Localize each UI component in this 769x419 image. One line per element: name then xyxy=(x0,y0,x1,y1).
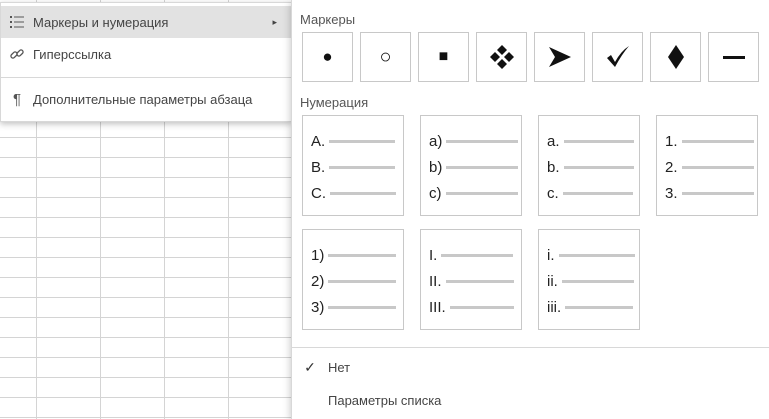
list-marker: c) xyxy=(429,184,442,202)
bullet-filled-square[interactable]: ■ xyxy=(418,32,469,82)
menu-item-label: Маркеры и нумерация xyxy=(33,14,169,30)
list-marker: 3) xyxy=(311,298,325,316)
bullet-four-diamonds[interactable] xyxy=(476,32,527,82)
diamond-icon xyxy=(667,45,684,69)
list-marker: 3. xyxy=(665,184,678,202)
bullets-numbering-submenu: Маркеры ● ○ ■ Нумерация A. B. C. a) b) c… xyxy=(291,0,769,419)
four-diamonds-icon xyxy=(489,45,514,69)
list-marker: II. xyxy=(429,272,442,290)
list-icon xyxy=(1,15,33,29)
chevron-right-icon: ▸ xyxy=(272,16,277,27)
list-marker: c. xyxy=(547,184,559,202)
bullet-checkmark[interactable] xyxy=(592,32,643,82)
checkmark-icon: ✓ xyxy=(304,358,316,375)
menu-separator xyxy=(292,347,769,348)
markers-title: Маркеры xyxy=(300,12,356,27)
filled-square-icon: ■ xyxy=(438,48,449,65)
list-marker: a. xyxy=(547,132,560,150)
menu-item-label: Параметры списка xyxy=(328,392,442,408)
menu-item-none[interactable]: ✓ Нет xyxy=(292,352,769,382)
bullet-arrowhead[interactable] xyxy=(534,32,585,82)
pilcrow-icon: ¶ xyxy=(12,90,22,108)
numbering-lower-roman[interactable]: i. ii. iii. xyxy=(538,229,640,330)
list-marker: A. xyxy=(311,132,326,150)
link-icon xyxy=(1,46,33,62)
menu-item-label: Дополнительные параметры абзаца xyxy=(33,91,253,107)
hollow-circle-icon: ○ xyxy=(379,45,392,68)
numbering-decimal-dot[interactable]: 1. 2. 3. xyxy=(656,115,758,216)
list-marker: C. xyxy=(311,184,326,202)
list-marker: iii. xyxy=(547,298,562,316)
numbering-decimal-paren[interactable]: 1) 2) 3) xyxy=(302,229,404,330)
menu-item-label: Нет xyxy=(328,359,351,375)
list-marker: ii. xyxy=(547,272,558,290)
bullet-filled-circle[interactable]: ● xyxy=(302,32,353,82)
list-marker: i. xyxy=(547,246,555,264)
list-marker: B. xyxy=(311,158,326,176)
numbering-lower-alpha-paren[interactable]: a) b) c) xyxy=(420,115,522,216)
checkmark-icon xyxy=(606,46,629,67)
numbering-lower-alpha-dot[interactable]: a. b. c. xyxy=(538,115,640,216)
list-marker: I. xyxy=(429,246,438,264)
list-marker: b) xyxy=(429,158,443,176)
list-marker: 2. xyxy=(665,158,678,176)
menu-item-list-settings[interactable]: Параметры списка xyxy=(292,385,769,415)
list-marker: b. xyxy=(547,158,560,176)
list-marker: III. xyxy=(429,298,446,316)
menu-item-bullets-numbering[interactable]: Маркеры и нумерация ▸ xyxy=(1,6,291,38)
bullet-diamond[interactable] xyxy=(650,32,701,82)
list-marker: 1. xyxy=(665,132,678,150)
list-marker: a) xyxy=(429,132,443,150)
numbering-title: Нумерация xyxy=(300,95,369,110)
menu-separator xyxy=(1,77,291,78)
arrowhead-icon xyxy=(548,47,571,67)
numbering-upper-alpha-dot[interactable]: A. B. C. xyxy=(302,115,404,216)
dash-icon xyxy=(722,55,745,59)
context-menu: Маркеры и нумерация ▸ Гиперссылка ¶ Допо… xyxy=(0,2,292,122)
bullet-hollow-circle[interactable]: ○ xyxy=(360,32,411,82)
bullet-dash[interactable] xyxy=(708,32,759,82)
filled-circle-icon: ● xyxy=(322,47,333,66)
menu-item-label: Гиперссылка xyxy=(33,46,112,62)
list-marker: 2) xyxy=(311,272,325,290)
menu-item-paragraph-settings[interactable]: ¶ Дополнительные параметры абзаца xyxy=(1,83,291,115)
list-marker: 1) xyxy=(311,246,325,264)
numbering-upper-roman[interactable]: I. II. III. xyxy=(420,229,522,330)
menu-item-hyperlink[interactable]: Гиперссылка xyxy=(1,38,291,70)
